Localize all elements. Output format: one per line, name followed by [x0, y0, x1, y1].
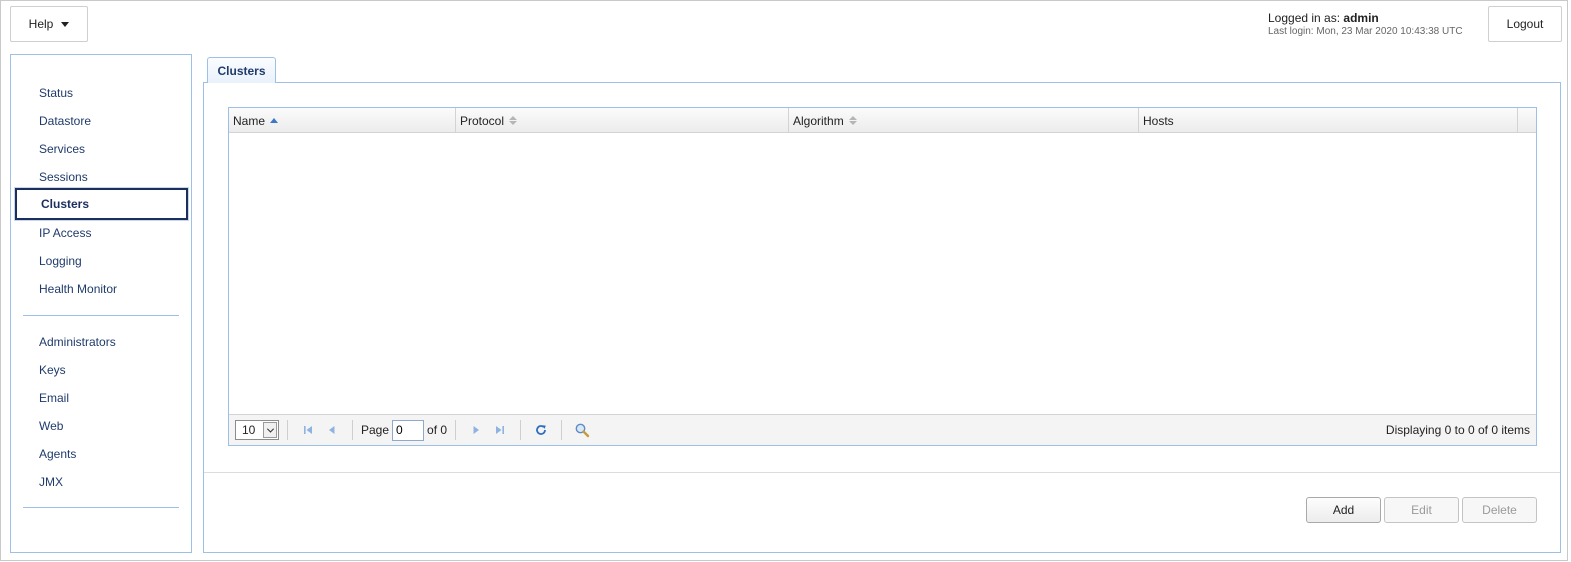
column-header-protocol[interactable]: Protocol: [456, 108, 789, 133]
sidebar-item-clusters[interactable]: Clusters: [15, 188, 188, 220]
logged-in-prefix: Logged in as:: [1268, 11, 1341, 25]
sidebar: Status Datastore Services Sessions Clust…: [10, 54, 192, 553]
help-menu-button[interactable]: Help: [10, 6, 88, 42]
sort-icon: [848, 116, 857, 125]
chevron-down-icon: [263, 422, 277, 438]
edit-button[interactable]: Edit: [1384, 497, 1459, 523]
refresh-button[interactable]: [532, 421, 550, 439]
sidebar-item-agents[interactable]: Agents: [39, 447, 76, 461]
last-page-icon: [496, 426, 505, 434]
last-login-text: Last login: Mon, 23 Mar 2020 10:43:38 UT…: [1268, 26, 1463, 38]
toolbar-separator: [561, 420, 563, 440]
toolbar-separator: [352, 420, 353, 440]
sidebar-item-services[interactable]: Services: [39, 142, 85, 156]
sidebar-item-email[interactable]: Email: [39, 391, 69, 405]
logged-in-line: Logged in as: admin: [1268, 11, 1463, 25]
page-size-select[interactable]: 10: [235, 420, 279, 440]
delete-button[interactable]: Delete: [1462, 497, 1537, 523]
sidebar-item-administrators[interactable]: Administrators: [39, 335, 116, 349]
displaying-status: Displaying 0 to 0 of 0 items: [1385, 423, 1530, 437]
column-label: Name: [233, 113, 266, 128]
column-label: Algorithm: [793, 113, 844, 128]
username: admin: [1343, 11, 1379, 25]
search-icon: [575, 423, 590, 438]
sidebar-divider: [23, 507, 179, 508]
page-label: Page: [361, 423, 390, 437]
first-page-icon: [304, 426, 312, 434]
page-total-label: of 0: [427, 423, 448, 437]
toolbar-separator: [520, 420, 522, 440]
toolbar-separator: [287, 420, 288, 440]
sort-icon: [509, 116, 518, 125]
search-button[interactable]: [573, 421, 591, 439]
sidebar-item-status[interactable]: Status: [39, 86, 73, 100]
actions-divider: [204, 472, 1560, 473]
toolbar-separator: [455, 420, 457, 440]
previous-page-button[interactable]: [323, 421, 341, 439]
sidebar-item-sessions[interactable]: Sessions: [39, 170, 88, 184]
first-page-button[interactable]: [299, 421, 317, 439]
add-button[interactable]: Add: [1306, 497, 1381, 523]
sidebar-item-datastore[interactable]: Datastore: [39, 114, 91, 128]
tab-clusters[interactable]: Clusters: [207, 57, 276, 83]
page-number-input[interactable]: [392, 419, 425, 441]
sidebar-item-jmx[interactable]: JMX: [39, 475, 63, 489]
sidebar-item-keys[interactable]: Keys: [39, 363, 66, 377]
sidebar-item-ip-access[interactable]: IP Access: [39, 226, 91, 240]
next-page-button[interactable]: [467, 421, 485, 439]
next-page-icon: [473, 426, 480, 434]
column-header-algorithm[interactable]: Algorithm: [789, 108, 1139, 133]
sidebar-item-health-monitor[interactable]: Health Monitor: [39, 282, 117, 296]
table-header: Name Protocol Algorithm Hosts: [229, 108, 1536, 133]
sidebar-item-logging[interactable]: Logging: [39, 254, 82, 268]
clusters-panel: Name Protocol Algorithm Hosts 10 Page 0 …: [203, 82, 1561, 553]
sidebar-item-web[interactable]: Web: [39, 419, 63, 433]
logout-button[interactable]: Logout: [1488, 6, 1562, 42]
sort-ascending-icon: [270, 118, 279, 123]
last-page-button[interactable]: [491, 421, 509, 439]
caret-down-icon: [61, 21, 70, 27]
clusters-table: Name Protocol Algorithm Hosts 10 Page 0 …: [228, 107, 1537, 446]
help-button-label: Help: [28, 17, 54, 31]
column-label: Hosts: [1143, 113, 1174, 128]
refresh-icon: [536, 425, 546, 435]
page-size-value: 10: [242, 423, 256, 437]
column-label: Protocol: [460, 113, 505, 128]
column-header-hosts[interactable]: Hosts: [1139, 108, 1518, 133]
column-header-name[interactable]: Name: [229, 108, 456, 133]
login-info: Logged in as: admin Last login: Mon, 23 …: [1268, 11, 1463, 38]
previous-page-icon: [329, 426, 335, 434]
pager-toolbar: 10 Page of 0: [229, 414, 1536, 445]
table-body: [229, 133, 1536, 415]
sidebar-divider: [23, 315, 179, 316]
